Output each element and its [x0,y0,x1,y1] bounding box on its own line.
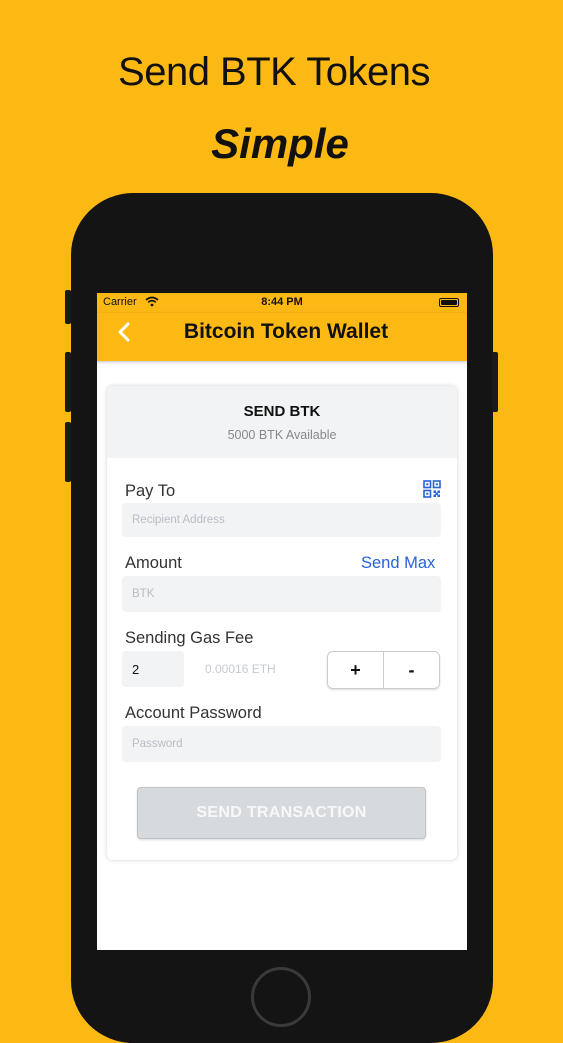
card-title: SEND BTK [243,403,321,420]
promo-subtitle: Simple [211,120,349,167]
nav-title: Bitcoin Token Wallet [183,320,389,343]
password-input[interactable] [122,726,441,762]
nav-bar: Bitcoin Token Wallet [97,313,467,361]
send-card: SEND BTK 5000 BTK Available Pay To Amoun… [107,386,457,860]
status-time: 8:44 PM [261,296,303,308]
home-button[interactable] [251,967,311,1027]
card-header: SEND BTK 5000 BTK Available [107,386,457,458]
pay-to-label: Pay To [125,482,176,500]
promo-title: Send BTK Tokens [118,50,430,94]
gas-fee-input[interactable] [122,651,184,687]
gas-fee-label: Sending Gas Fee [125,629,254,647]
amount-label: Amount [125,554,182,572]
gas-fee-stepper: + - [327,651,440,689]
phone-mute-switch [65,290,71,324]
amount-input[interactable] [122,576,441,612]
status-bar: Carrier 8:44 PM [97,293,467,313]
send-max-link[interactable]: Send Max [361,554,435,573]
gas-eth-value: 0.00016 ETH [205,662,276,676]
battery-icon [439,298,459,307]
available-balance: 5000 BTK Available [227,428,337,442]
password-label: Account Password [125,704,262,722]
phone-power-button [492,352,498,412]
decrement-button[interactable]: - [383,652,439,688]
qr-code-icon[interactable] [423,480,441,503]
phone-screen: Carrier 8:44 PM Bitcoin Token Wallet SEN… [97,293,467,950]
increment-button[interactable]: + [328,652,383,688]
phone-volume-down [65,422,71,482]
phone-volume-up [65,352,71,412]
send-transaction-button[interactable]: SEND TRANSACTION [137,787,426,839]
recipient-address-input[interactable] [122,503,441,537]
